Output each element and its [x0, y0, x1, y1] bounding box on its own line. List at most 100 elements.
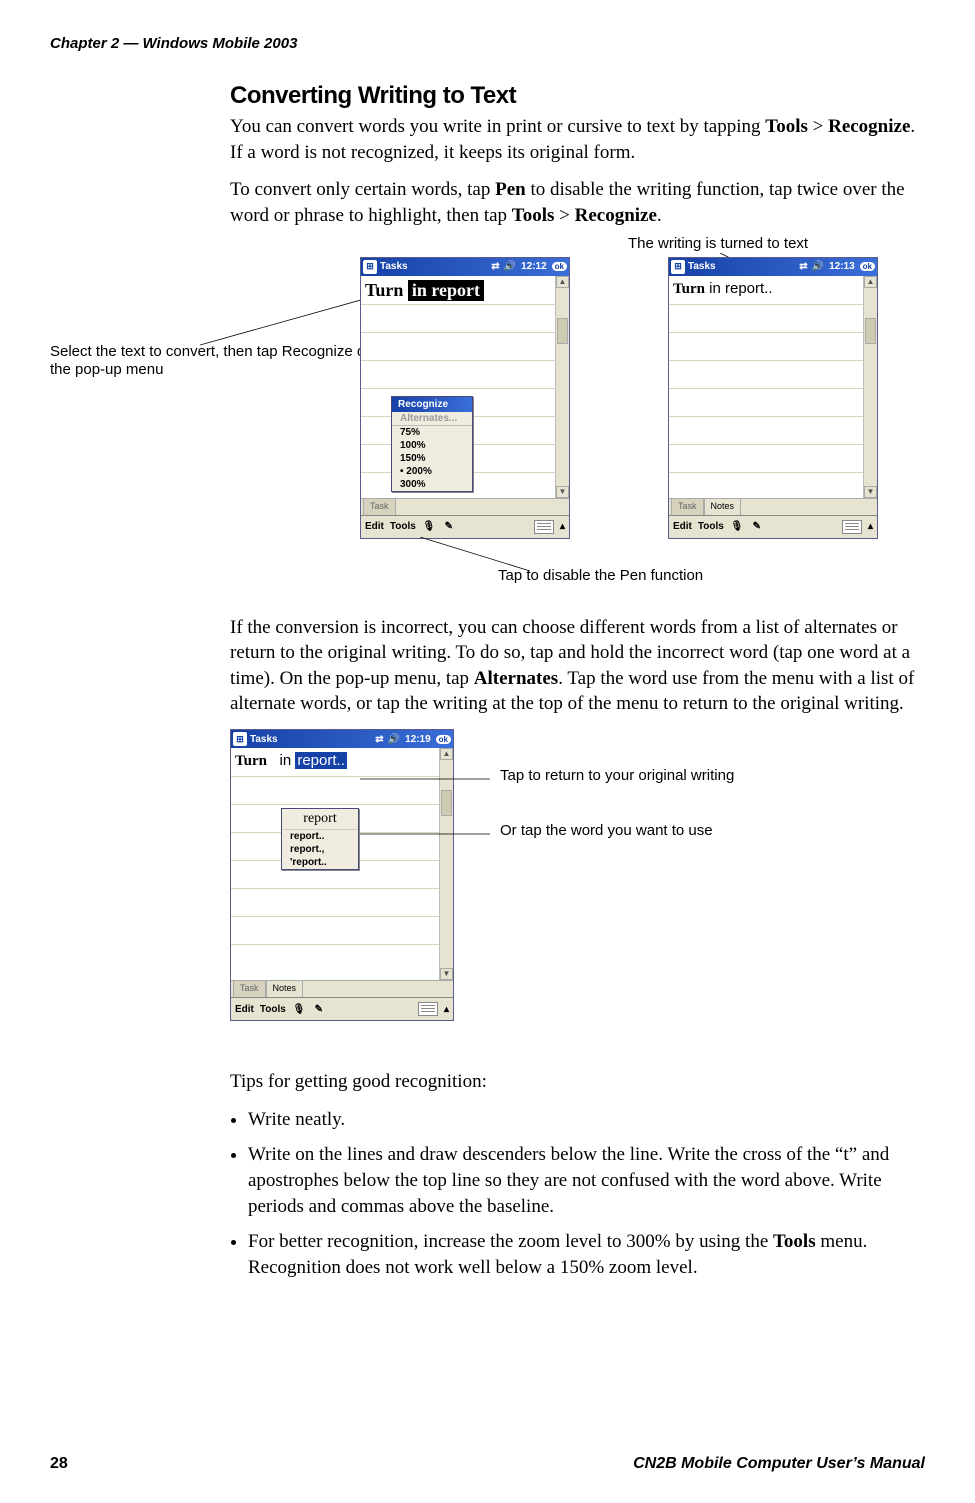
body-column: Converting Writing to Text You can conve… [230, 82, 930, 1281]
tab-task[interactable]: Task [671, 498, 704, 515]
para-1-tools: Tools [765, 116, 808, 137]
para-2-gt: > [554, 205, 574, 226]
pda2-menubar: Edit Tools 🎙 ✎ ▴ [669, 515, 877, 538]
para-2-text-a: To convert only certain words, tap [230, 179, 495, 200]
record-icon[interactable]: 🎙 [292, 1002, 306, 1016]
keyboard-icon[interactable] [418, 1002, 438, 1016]
scroll-thumb[interactable] [441, 790, 452, 816]
pen-icon[interactable]: ✎ [750, 520, 764, 534]
sip-arrow-icon[interactable]: ▴ [444, 1004, 449, 1015]
scroll-down-arrow[interactable]: ▼ [556, 486, 569, 498]
menu-tools[interactable]: Tools [260, 1004, 286, 1015]
menu-tools[interactable]: Tools [390, 521, 416, 532]
record-icon[interactable]: 🎙 [730, 520, 744, 534]
tips-list: Write neatly. Write on the lines and dra… [230, 1107, 930, 1281]
callout-writing-turned-to-text: The writing is turned to text [628, 235, 808, 252]
tips-intro: Tips for getting good recognition: [230, 1069, 930, 1095]
ok-button[interactable]: ok [436, 735, 451, 744]
tab-task[interactable]: Task [233, 980, 266, 997]
para-1: You can convert words you write in print… [230, 114, 930, 165]
pda-screenshot-converted-text: ⊞ Tasks ⇄ 🔊 12:13 ok Turn in report.. ▲ [668, 257, 878, 539]
tab-task[interactable]: Task [363, 498, 396, 515]
record-icon[interactable]: 🎙 [422, 520, 436, 534]
pda3-scrollbar[interactable]: ▲ ▼ [439, 748, 453, 980]
hw-turn: Turn [365, 280, 403, 300]
connectivity-icon[interactable]: ⇄ [799, 261, 807, 272]
keyboard-icon[interactable] [842, 520, 862, 534]
pda3-clock: 12:19 [405, 734, 431, 745]
tip-3-a: For better recognition, increase the zoo… [248, 1231, 773, 1252]
tab-notes[interactable]: Notes [266, 980, 304, 997]
keyboard-icon[interactable] [534, 520, 554, 534]
zoom-300[interactable]: 300% [392, 478, 472, 491]
typed-in: in [271, 752, 295, 769]
typed-selected: report.. [295, 752, 347, 769]
pda1-app-title: Tasks [380, 261, 408, 272]
page-footer: 28 CN2B Mobile Computer User’s Manual [50, 1455, 925, 1473]
pda-screenshot-recognize-menu: ⊞ Tasks ⇄ 🔊 12:12 ok Turn in report Reco [360, 257, 570, 539]
recognize-menu-alternates[interactable]: Alternates... [392, 412, 472, 425]
menu-tools[interactable]: Tools [698, 521, 724, 532]
pda1-scrollbar[interactable]: ▲ ▼ [555, 276, 569, 498]
recognize-menu-header[interactable]: Recognize [392, 397, 472, 412]
pda2-scrollbar[interactable]: ▲ ▼ [863, 276, 877, 498]
zoom-150[interactable]: 150% [392, 452, 472, 465]
volume-icon[interactable]: 🔊 [388, 734, 400, 745]
sip-arrow-icon[interactable]: ▴ [868, 521, 873, 532]
tip-2: Write on the lines and draw descenders b… [248, 1142, 930, 1219]
pen-icon[interactable]: ✎ [442, 520, 456, 534]
scroll-up-arrow[interactable]: ▲ [556, 276, 569, 288]
connectivity-icon[interactable]: ⇄ [491, 261, 499, 272]
pda3-typed-text: Turn in report.. [235, 752, 347, 770]
volume-icon[interactable]: 🔊 [812, 261, 824, 272]
pda1-handwriting: Turn in report [365, 280, 484, 301]
connectivity-icon[interactable]: ⇄ [375, 734, 383, 745]
pda2-titlebar: ⊞ Tasks ⇄ 🔊 12:13 ok [669, 258, 877, 276]
alternates-popup: report report.. report., 'report.. [281, 808, 359, 870]
sip-arrow-icon[interactable]: ▴ [560, 521, 565, 532]
pda3-titlebar: ⊞ Tasks ⇄ 🔊 12:19 ok [231, 730, 453, 748]
tab-notes[interactable]: Notes [704, 498, 742, 515]
zoom-200[interactable]: 200% [392, 465, 472, 478]
scroll-down-arrow[interactable]: ▼ [440, 968, 453, 980]
alternate-option-1[interactable]: report.. [282, 830, 358, 843]
start-icon[interactable]: ⊞ [233, 732, 247, 746]
pda-screenshot-alternates: ⊞ Tasks ⇄ 🔊 12:19 ok Turn in report.. [230, 729, 454, 1021]
pda2-app-title: Tasks [688, 261, 716, 272]
pda1-canvas[interactable]: Turn in report Recognize Alternates... 7… [361, 276, 569, 499]
start-icon[interactable]: ⊞ [671, 260, 685, 274]
pda1-tabs: Task [361, 499, 569, 515]
callout-disable-pen: Tap to disable the Pen function [498, 567, 703, 584]
menu-edit[interactable]: Edit [365, 521, 384, 532]
alternate-option-2[interactable]: report., [282, 843, 358, 856]
zoom-100[interactable]: 100% [392, 439, 472, 452]
volume-icon[interactable]: 🔊 [504, 261, 516, 272]
tip-3: For better recognition, increase the zoo… [248, 1229, 930, 1280]
scroll-thumb[interactable] [865, 318, 876, 344]
pda1-titlebar: ⊞ Tasks ⇄ 🔊 12:12 ok [361, 258, 569, 276]
pda3-canvas[interactable]: Turn in report.. report report.. report.… [231, 748, 453, 981]
figure-alternates: ⊞ Tasks ⇄ 🔊 12:19 ok Turn in report.. [230, 729, 930, 1059]
start-icon[interactable]: ⊞ [363, 260, 377, 274]
ok-button[interactable]: ok [860, 262, 875, 271]
typed-rest: in report.. [705, 280, 773, 297]
figure-two-up: The writing is turned to text Select the… [230, 241, 930, 591]
scroll-up-arrow[interactable]: ▲ [864, 276, 877, 288]
scroll-thumb[interactable] [557, 318, 568, 344]
running-head: Chapter 2 — Windows Mobile 2003 [50, 35, 925, 52]
pen-icon[interactable]: ✎ [312, 1002, 326, 1016]
tip-3-tools: Tools [773, 1231, 816, 1252]
menu-edit[interactable]: Edit [235, 1004, 254, 1015]
scroll-down-arrow[interactable]: ▼ [864, 486, 877, 498]
ok-button[interactable]: ok [552, 262, 567, 271]
pda3-app-title: Tasks [250, 734, 278, 745]
menu-edit[interactable]: Edit [673, 521, 692, 532]
pda2-clock: 12:13 [829, 261, 855, 272]
zoom-75[interactable]: 75% [392, 426, 472, 439]
scroll-up-arrow[interactable]: ▲ [440, 748, 453, 760]
alternates-handwriting[interactable]: report [282, 809, 358, 830]
alternate-option-3[interactable]: 'report.. [282, 856, 358, 869]
para-3: If the conversion is incorrect, you can … [230, 615, 930, 718]
typed-turn3: Turn [235, 753, 267, 769]
pda2-canvas[interactable]: Turn in report.. ▲ ▼ [669, 276, 877, 499]
